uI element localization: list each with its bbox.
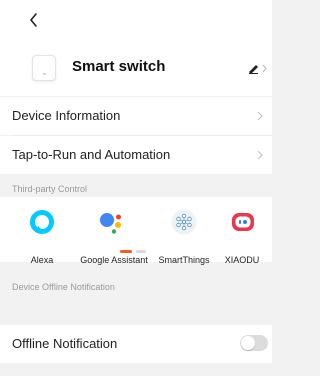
smartthings-icon [171, 209, 197, 235]
google-assistant-icon [100, 213, 121, 234]
device-information-label: Device Information [12, 108, 121, 123]
xiaodu-label: XIAODU [224, 255, 260, 265]
xiaodu-icon [232, 213, 254, 231]
offline-notification-row: Offline Notification [0, 325, 272, 363]
third-party-section-title: Third-party Control [12, 184, 88, 194]
device-information-row[interactable]: Device Information [0, 97, 272, 135]
device-header: Smart switch [0, 0, 272, 96]
alexa-icon [30, 210, 54, 234]
google-assistant-label: Google Assistant [80, 255, 148, 265]
chevron-right-icon [257, 111, 263, 121]
offline-notification-toggle[interactable] [240, 335, 268, 351]
smartthings-label: SmartThings [158, 255, 210, 265]
toggle-knob [241, 336, 255, 350]
offline-section-title: Device Offline Notification [12, 282, 115, 292]
tap-to-run-label: Tap-to-Run and Automation [12, 147, 171, 162]
page-indicator [120, 250, 146, 253]
alexa-label: Alexa [30, 255, 54, 265]
device-icon [32, 55, 56, 81]
device-name: Smart switch [72, 58, 166, 75]
offline-notification-label: Offline Notification [12, 336, 118, 351]
edit-name-icon[interactable] [247, 62, 269, 74]
back-arrow-icon[interactable] [26, 10, 40, 30]
third-party-panel: Alexa Google Assistant SmartThings XIAOD… [0, 197, 272, 265]
tap-to-run-row[interactable]: Tap-to-Run and Automation [0, 136, 272, 174]
chevron-right-icon [257, 150, 263, 160]
